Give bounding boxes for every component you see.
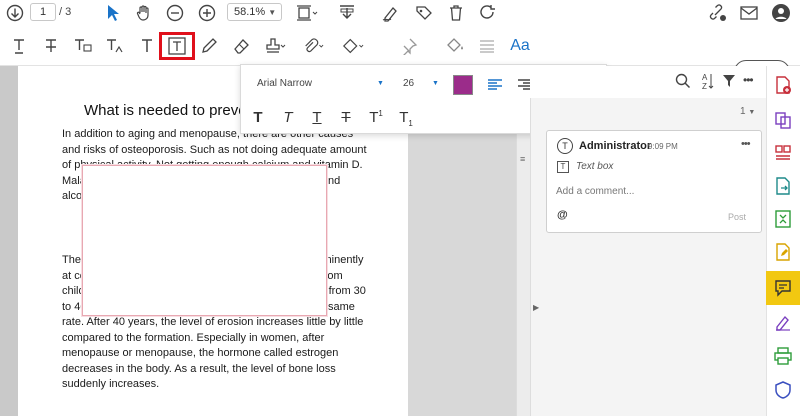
filter-icon[interactable] bbox=[722, 74, 736, 88]
line-weight-icon[interactable] bbox=[476, 35, 498, 57]
zoom-in-icon[interactable] bbox=[196, 2, 218, 24]
text-properties-button[interactable]: Aa bbox=[508, 35, 532, 57]
combine-files-icon[interactable] bbox=[773, 110, 793, 130]
align-left-icon[interactable] bbox=[487, 77, 503, 93]
bold-icon[interactable]: T bbox=[249, 109, 267, 126]
underline-icon[interactable]: T bbox=[308, 109, 326, 126]
account-avatar-icon[interactable] bbox=[770, 2, 792, 24]
edit-pdf-icon[interactable] bbox=[773, 242, 793, 262]
attach-file-icon[interactable] bbox=[302, 35, 324, 57]
comment-count-value: 1 bbox=[740, 106, 746, 117]
export-pdf-icon[interactable] bbox=[773, 176, 793, 196]
redo-icon[interactable] bbox=[477, 2, 499, 24]
page-number-input[interactable]: 1 bbox=[30, 3, 56, 21]
comment-author: Administrator bbox=[579, 140, 652, 152]
comment-count[interactable]: 1 ▼ bbox=[740, 106, 755, 117]
shapes-tool-icon[interactable] bbox=[342, 35, 364, 57]
share-link-icon[interactable] bbox=[706, 2, 728, 24]
comments-panel-header: AZ ••• bbox=[530, 66, 766, 98]
add-text-tool-icon[interactable] bbox=[136, 35, 158, 57]
compress-pdf-icon[interactable] bbox=[773, 209, 793, 229]
superscript-icon[interactable]: T1 bbox=[367, 109, 385, 126]
text-underline-tool-icon[interactable] bbox=[8, 35, 30, 57]
font-size-select[interactable]: 26 bbox=[403, 78, 414, 89]
collapse-panel-icon[interactable]: ▶ bbox=[533, 303, 539, 312]
fill-sign-icon[interactable] bbox=[773, 312, 793, 332]
zoom-value: 58.1% bbox=[234, 6, 266, 18]
comment-more-icon[interactable]: ••• bbox=[741, 138, 751, 150]
comment-tool-icon[interactable] bbox=[773, 278, 793, 298]
left-gutter bbox=[0, 66, 18, 416]
download-circle-icon[interactable] bbox=[4, 2, 26, 24]
select-pointer-icon[interactable] bbox=[102, 2, 124, 24]
sort-icon[interactable]: AZ bbox=[700, 72, 714, 90]
font-family-select[interactable]: Arial Narrow bbox=[257, 78, 312, 89]
mention-icon[interactable]: @ bbox=[557, 209, 568, 221]
page-total: / 3 bbox=[59, 6, 72, 18]
tag-edit-icon[interactable] bbox=[413, 2, 435, 24]
stamp-tool-icon[interactable] bbox=[264, 35, 286, 57]
chevron-down-icon[interactable]: ▼ bbox=[432, 80, 439, 87]
text-box-tool-highlight bbox=[159, 32, 195, 60]
pin-icon[interactable] bbox=[398, 35, 420, 57]
chevron-down-icon: ▼ bbox=[268, 8, 277, 17]
svg-text:A: A bbox=[702, 73, 708, 82]
strikethrough-icon[interactable]: T bbox=[337, 109, 355, 126]
print-production-icon[interactable] bbox=[773, 346, 793, 366]
text-comment-tool-icon[interactable] bbox=[72, 35, 94, 57]
hand-tool-icon[interactable] bbox=[133, 2, 155, 24]
top-toolbar: 1 / 3 58.1% ▼ bbox=[0, 0, 800, 26]
chevron-down-icon: ▼ bbox=[748, 109, 756, 116]
page-heading: What is needed to preve bbox=[84, 102, 247, 119]
email-icon[interactable] bbox=[738, 2, 760, 24]
scroll-grip-icon[interactable]: ≡ bbox=[520, 154, 525, 164]
scroll-mode-icon[interactable] bbox=[336, 2, 358, 24]
chevron-down-icon[interactable]: ▼ bbox=[377, 80, 384, 87]
subscript-icon[interactable]: T1 bbox=[397, 109, 415, 128]
comment-filter-row bbox=[608, 102, 758, 122]
comment-type: Text box bbox=[576, 161, 614, 172]
search-icon[interactable] bbox=[675, 73, 691, 89]
organize-pages-icon[interactable] bbox=[773, 143, 793, 163]
text-box-annotation[interactable] bbox=[82, 165, 327, 316]
pencil-tool-icon[interactable] bbox=[198, 35, 220, 57]
comment-time: 9:09 PM bbox=[648, 142, 678, 151]
svg-text:Z: Z bbox=[702, 82, 707, 90]
trash-icon[interactable] bbox=[445, 2, 467, 24]
zoom-level-select[interactable]: 58.1% ▼ bbox=[227, 3, 282, 21]
zoom-out-icon[interactable] bbox=[164, 2, 186, 24]
eraser-tool-icon[interactable] bbox=[230, 35, 252, 57]
text-insert-tool-icon[interactable] bbox=[104, 35, 126, 57]
page-fit-icon[interactable] bbox=[296, 2, 318, 24]
author-avatar-icon: T bbox=[557, 138, 573, 154]
italic-icon[interactable]: T bbox=[279, 109, 297, 126]
font-color-swatch[interactable] bbox=[453, 75, 473, 95]
text-box-type-icon: T bbox=[557, 161, 569, 173]
more-options-icon[interactable]: ••• bbox=[743, 73, 754, 87]
create-pdf-icon[interactable] bbox=[773, 75, 793, 95]
sign-pen-icon[interactable] bbox=[380, 2, 402, 24]
post-button[interactable]: Post bbox=[728, 212, 746, 222]
fill-color-icon[interactable] bbox=[443, 35, 465, 57]
add-comment-input[interactable]: Add a comment... bbox=[556, 186, 752, 197]
protect-shield-icon[interactable] bbox=[773, 380, 793, 400]
comment-toolbar: Aa Close bbox=[0, 26, 800, 84]
text-strikethrough-tool-icon[interactable] bbox=[40, 35, 62, 57]
